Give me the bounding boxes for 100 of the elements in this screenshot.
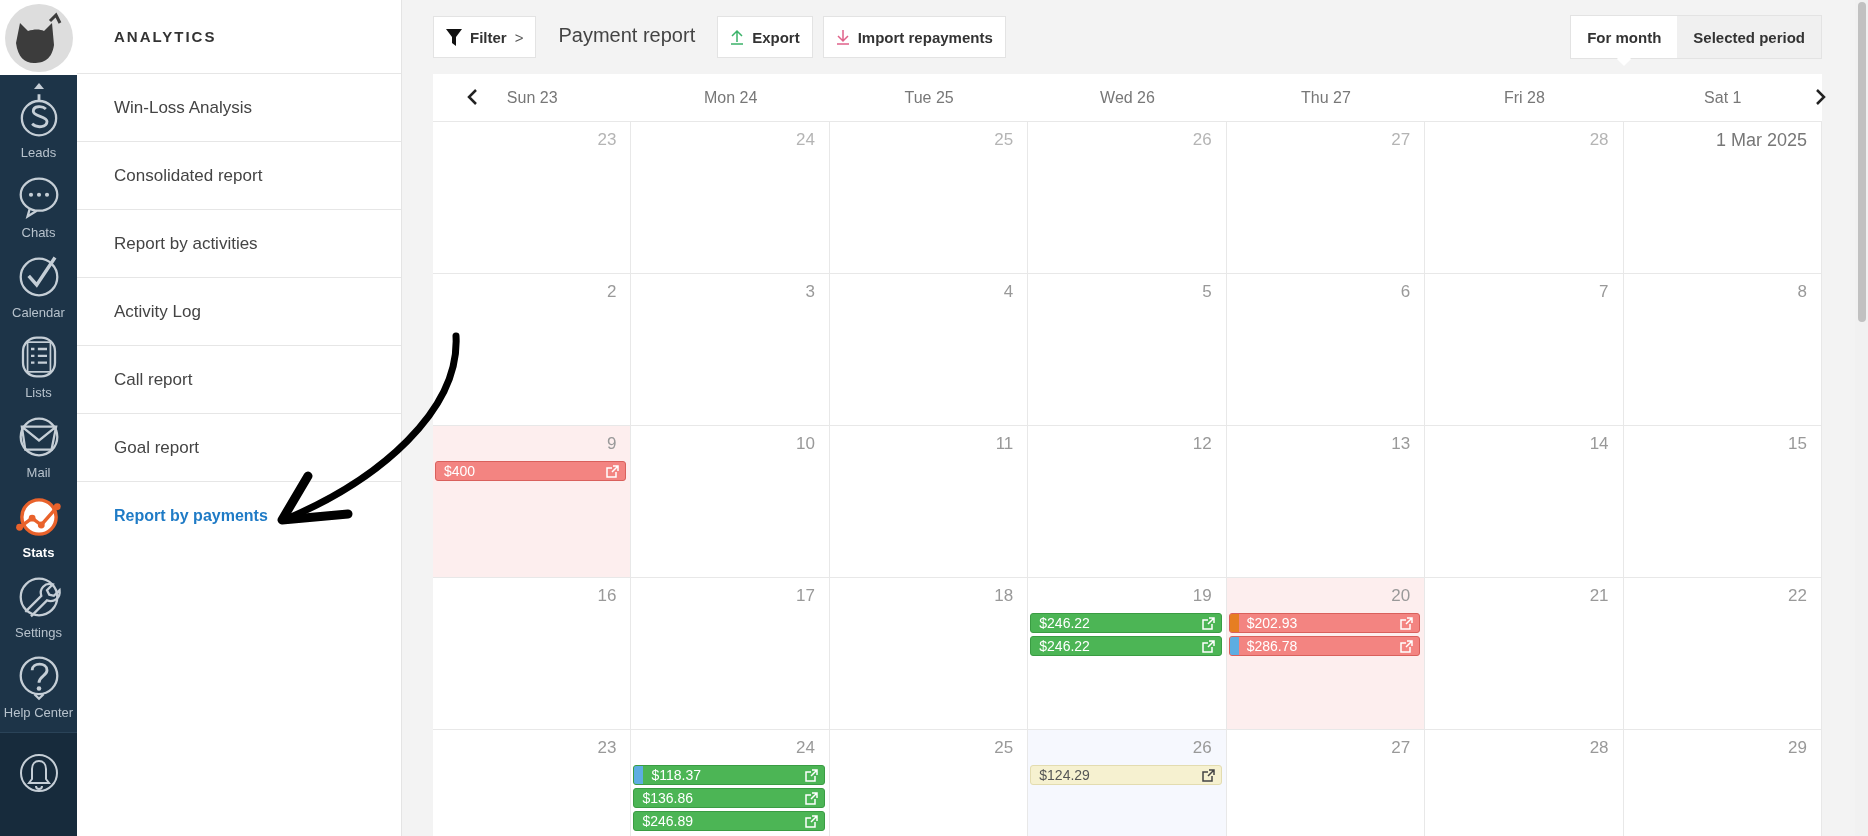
day-number: 29	[1788, 738, 1808, 758]
report-link[interactable]: Consolidated report	[77, 142, 401, 210]
day-cell[interactable]: 21	[1425, 578, 1624, 730]
day-cell[interactable]: 10	[631, 426, 830, 578]
payment-bar[interactable]: $286.78	[1228, 636, 1421, 656]
day-number: 25	[994, 738, 1015, 758]
day-cell[interactable]: 24	[631, 122, 830, 274]
payment-bar[interactable]: $202.93	[1228, 613, 1421, 633]
day-number: 19	[1192, 586, 1213, 606]
day-number: 7	[1599, 282, 1610, 302]
payment-bar[interactable]: $246.22	[1030, 613, 1222, 633]
day-cell[interactable]: 22	[1623, 578, 1822, 730]
day-cell[interactable]: 26 $124.29	[1028, 730, 1227, 836]
day-cell[interactable]: 5	[1028, 274, 1227, 426]
day-cell[interactable]: 28	[1425, 730, 1624, 836]
day-cell[interactable]: 12	[1028, 426, 1227, 578]
day-cell[interactable]: 27	[1226, 730, 1426, 836]
weekday-header: Sat 1	[1704, 88, 1742, 107]
day-number: 12	[1192, 434, 1213, 454]
day-cell[interactable]: 11	[829, 426, 1029, 578]
day-number: 28	[1589, 130, 1610, 150]
day-number: 15	[1788, 434, 1808, 454]
day-number: 24	[795, 738, 816, 758]
filter-button[interactable]: Filter >	[433, 16, 537, 58]
download-icon	[835, 29, 850, 45]
report-link[interactable]: Report by payments	[77, 482, 401, 550]
day-number: 4	[1003, 282, 1015, 302]
day-number: 27	[1391, 130, 1412, 150]
day-number: 10	[795, 434, 816, 454]
day-number: 14	[1589, 434, 1610, 454]
day-cell[interactable]: 27	[1226, 122, 1426, 274]
day-number: 21	[1589, 586, 1610, 606]
import-button[interactable]: Import repayments	[822, 16, 1006, 58]
day-number: 16	[597, 586, 618, 606]
day-cell[interactable]: 25	[829, 122, 1029, 274]
weekday-header: Tue 25	[904, 88, 954, 107]
weekday-header: Thu 27	[1301, 88, 1351, 107]
page-title: Payment report	[558, 23, 696, 47]
scrollbar-thumb[interactable]	[1857, 2, 1866, 322]
day-number: 23	[597, 130, 618, 150]
day-number: 5	[1202, 282, 1213, 302]
nav-item[interactable]: Stats	[0, 489, 77, 569]
day-number: 8	[1797, 282, 1808, 302]
report-link[interactable]: Report by activities	[77, 210, 401, 278]
day-number: 6	[1400, 282, 1412, 302]
payment-bar[interactable]: $246.22	[1030, 636, 1222, 656]
day-cell[interactable]: 26	[1028, 122, 1227, 274]
scroll-up-icon[interactable]	[33, 83, 44, 89]
payment-bar[interactable]: $124.29	[1030, 765, 1222, 785]
nav-item[interactable]: Settings	[0, 569, 77, 649]
report-link[interactable]: Goal report	[77, 414, 401, 482]
funnel-icon	[446, 28, 462, 46]
day-cell[interactable]: 29	[1623, 730, 1822, 836]
report-link[interactable]: Call report	[77, 346, 401, 414]
day-number: 9	[606, 434, 618, 454]
day-number: 2	[606, 282, 618, 302]
nav-item[interactable]: Leads	[0, 89, 77, 169]
day-cell[interactable]: 20 $202.93 $286.78	[1226, 578, 1426, 730]
day-number: 18	[994, 586, 1015, 606]
day-cell[interactable]: 24 $118.37 $136.86 $246.89	[631, 730, 830, 836]
day-cell[interactable]: 8	[1623, 274, 1822, 426]
day-number: 1 Mar 2025	[1715, 130, 1808, 151]
day-cell[interactable]: 23	[433, 730, 632, 836]
day-cell[interactable]: 23	[433, 122, 632, 274]
day-cell[interactable]: 15	[1623, 426, 1822, 578]
nav-item[interactable]: Help Center	[0, 649, 77, 729]
day-number: 17	[795, 586, 816, 606]
nav-item[interactable]: Mail	[0, 409, 77, 489]
day-cell[interactable]: 16	[433, 578, 632, 730]
day-cell[interactable]: 4	[829, 274, 1029, 426]
day-number: 27	[1391, 738, 1412, 758]
payment-bar[interactable]: $400	[435, 461, 627, 481]
cat-avatar[interactable]	[3, 2, 74, 73]
day-cell[interactable]: 1 Mar 2025	[1623, 122, 1822, 274]
day-number: 26	[1192, 738, 1213, 758]
nav-item[interactable]: Chats	[0, 169, 77, 249]
day-number: 3	[805, 282, 816, 302]
day-cell[interactable]: 18	[829, 578, 1029, 730]
nav-item[interactable]: Lists	[0, 329, 77, 409]
day-number: 11	[995, 434, 1015, 454]
day-cell[interactable]: 3	[631, 274, 830, 426]
payment-bar[interactable]: $246.89	[633, 811, 825, 831]
bell-icon[interactable]	[18, 751, 59, 795]
day-cell[interactable]: 14	[1425, 426, 1624, 578]
day-cell[interactable]: 17	[631, 578, 830, 730]
day-cell[interactable]: 6	[1226, 274, 1426, 426]
weekday-header: Fri 28	[1503, 88, 1545, 107]
export-button[interactable]: Export	[717, 16, 813, 58]
payment-bar[interactable]: $136.86	[633, 788, 825, 808]
day-cell[interactable]: 7	[1425, 274, 1624, 426]
report-link[interactable]: Activity Log	[77, 278, 401, 346]
day-cell[interactable]: 28	[1425, 122, 1624, 274]
external-link-icon[interactable]	[1201, 768, 1215, 782]
payment-bar[interactable]: $118.37	[633, 765, 825, 785]
day-cell[interactable]: 19 $246.22 $246.22	[1028, 578, 1227, 730]
nav-item[interactable]: Calendar	[0, 249, 77, 329]
day-cell[interactable]: 9 $400	[433, 426, 632, 578]
day-number: 23	[597, 738, 618, 758]
period-tab[interactable]: For month	[1571, 16, 1678, 58]
report-link[interactable]: Win-Loss Analysis	[77, 74, 401, 142]
